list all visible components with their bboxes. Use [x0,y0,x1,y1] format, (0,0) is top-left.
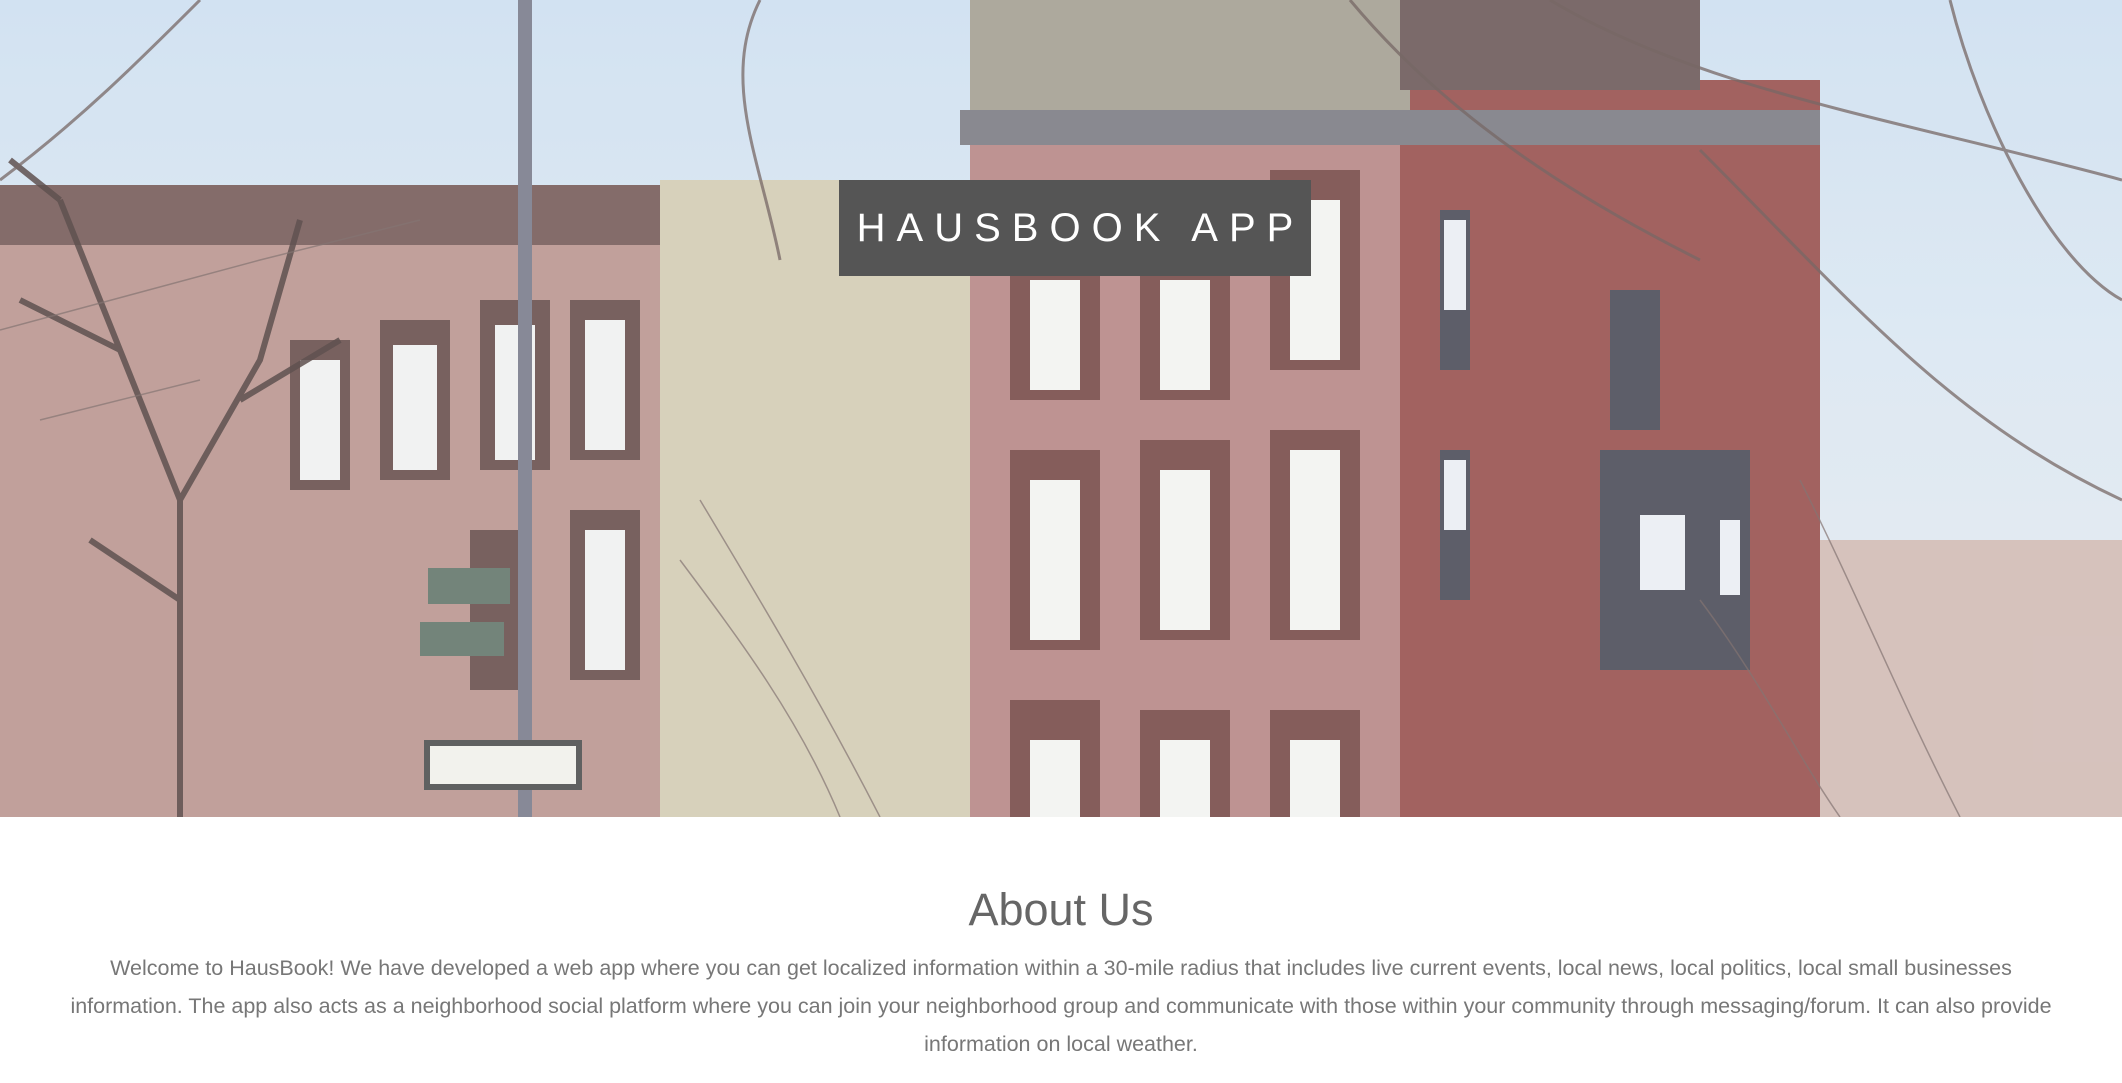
about-section: About Us Welcome to HausBook! We have de… [0,817,2122,1083]
hero-tint-overlay [0,0,2122,817]
app-title: HAUSBOOK APP [856,205,1305,250]
hero-banner: HAUSBOOK APP [0,0,2122,817]
about-heading: About Us [968,884,1154,935]
about-description: Welcome to HausBook! We have developed a… [70,956,2052,1056]
app-title-box: HAUSBOOK APP [839,180,1311,276]
